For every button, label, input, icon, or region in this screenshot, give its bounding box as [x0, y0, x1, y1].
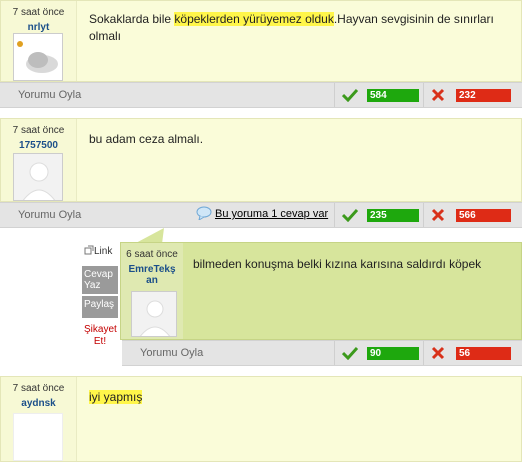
user-avatar-icon	[132, 292, 176, 336]
avatar[interactable]	[13, 33, 63, 81]
comment-2: 7 saat önce 1757500 bu adam ceza almalı.	[0, 118, 522, 202]
share-button[interactable]: Paylaş	[82, 296, 118, 318]
vote-bar-2: Yorumu Oyla Bu yoruma 1 cevap var 235 56…	[0, 202, 522, 228]
comment-time: 7 saat önce	[12, 7, 65, 18]
downvote-button[interactable]	[423, 83, 453, 107]
comment-text: Sokaklarda bile köpeklerden yürüyemez ol…	[89, 12, 494, 43]
comment-actions: Link Cevap Yaz Paylaş Şikayet Et!	[82, 242, 118, 348]
vote-label: Yorumu Oyla	[140, 347, 204, 359]
comment-username[interactable]: nrlyt	[1, 22, 76, 33]
check-icon	[342, 88, 358, 102]
upvote-button[interactable]	[334, 341, 364, 365]
vote-bar-1: Yorumu Oyla 584 232	[0, 82, 522, 108]
reply-vote-bar: Yorumu Oyla 90 56	[122, 340, 522, 366]
upvote-count: 235	[367, 209, 419, 222]
upvote-count: 90	[367, 347, 419, 360]
downvote-count: 566	[456, 209, 511, 222]
link-icon	[84, 245, 94, 255]
comment-username[interactable]: 1757500	[1, 140, 76, 151]
report-button[interactable]: Şikayet Et!	[82, 318, 118, 348]
downvote-count: 56	[456, 347, 511, 360]
reply-button[interactable]: Cevap Yaz	[82, 266, 118, 294]
speech-bubble-icon	[196, 206, 212, 220]
comment-time: 7 saat önce	[12, 383, 65, 394]
check-icon	[342, 346, 358, 360]
link-button[interactable]: Link	[82, 242, 118, 264]
reply-text: bilmeden konuşma belki kızına karısına s…	[193, 257, 482, 271]
comment-text: iyi yapmış	[89, 390, 143, 404]
comment-1: 7 saat önce nrlyt Sokaklarda bile köpekl…	[0, 0, 522, 82]
reply-comment: 6 saat önce EmreTekşan bilmeden konuşma …	[120, 242, 522, 340]
upvote-button[interactable]	[334, 203, 364, 227]
downvote-button[interactable]	[423, 341, 453, 365]
reply-time: 6 saat önce	[126, 249, 178, 260]
reply-count-link[interactable]: Bu yoruma 1 cevap var	[215, 208, 328, 220]
check-icon	[342, 208, 358, 222]
upvote-button[interactable]	[334, 83, 364, 107]
comment-time: 7 saat önce	[12, 125, 65, 136]
avatar[interactable]	[13, 413, 63, 461]
vote-label: Yorumu Oyla	[18, 89, 82, 101]
reply-username[interactable]: EmreTekşan	[127, 264, 177, 286]
cross-icon	[431, 88, 445, 102]
vote-label: Yorumu Oyla	[18, 209, 82, 221]
cross-icon	[431, 208, 445, 222]
cross-icon	[431, 346, 445, 360]
downvote-count: 232	[456, 89, 511, 102]
comment-text: bu adam ceza almalı.	[89, 132, 204, 146]
avatar[interactable]	[131, 291, 177, 337]
comment-3: 7 saat önce aydnsk iyi yapmış	[0, 376, 522, 462]
upvote-count: 584	[367, 89, 419, 102]
user-avatar-icon	[14, 154, 62, 200]
avatar[interactable]	[13, 153, 63, 201]
comment-username[interactable]: aydnsk	[1, 398, 76, 409]
downvote-button[interactable]	[423, 203, 453, 227]
